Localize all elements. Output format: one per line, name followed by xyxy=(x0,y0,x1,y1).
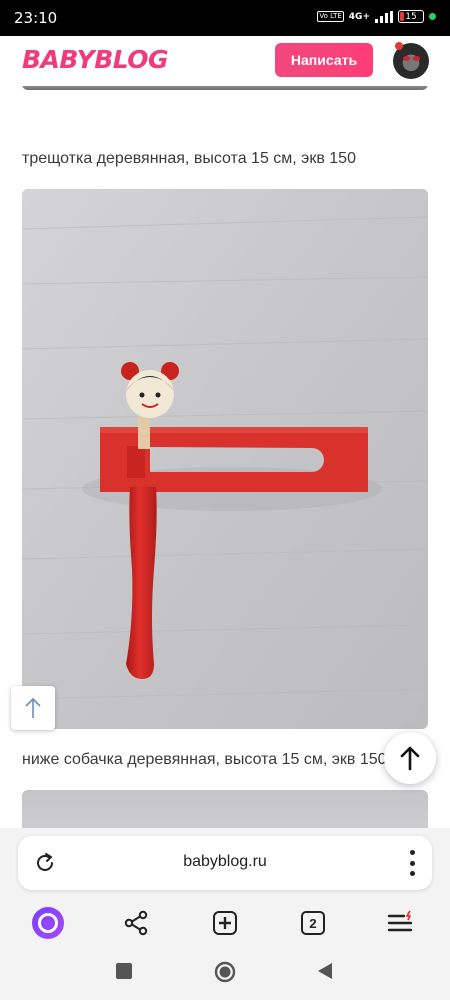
privacy-dot-icon xyxy=(429,13,436,20)
more-menu-icon[interactable] xyxy=(406,850,418,876)
post-photo-dog[interactable] xyxy=(22,790,428,828)
system-nav-bar xyxy=(0,944,450,1000)
post-caption: трещотка деревянная, высота 15 см, экв 1… xyxy=(22,150,356,167)
arrow-up-icon xyxy=(400,746,420,771)
network-type: 4G+ xyxy=(348,11,370,22)
browser-nav-bar: 2 xyxy=(0,900,450,944)
recents-icon[interactable] xyxy=(115,962,133,980)
tabs-button[interactable]: 2 xyxy=(296,906,330,940)
alice-button[interactable] xyxy=(31,906,65,940)
babyblog-logo[interactable]: BABYBLOG xyxy=(22,45,169,74)
rattle-image xyxy=(22,189,428,729)
site-header: BABYBLOG Написать xyxy=(0,36,450,86)
address-bar[interactable]: babyblog.ru xyxy=(18,836,432,890)
write-button[interactable]: Написать xyxy=(275,43,373,77)
battery-level: 15 xyxy=(405,11,417,22)
post-caption: ниже собачка деревянная, высота 15 см, э… xyxy=(22,751,387,768)
alice-icon xyxy=(32,907,64,939)
menu-icon xyxy=(387,910,413,932)
battery-low-icon: 15 xyxy=(398,10,424,23)
browser-toolbar: babyblog.ru xyxy=(0,828,450,900)
status-bar: 23:10 Vo LTE 4G+ 15 xyxy=(0,0,450,36)
notification-badge xyxy=(395,42,403,50)
share-button[interactable] xyxy=(119,906,153,940)
signal-icon xyxy=(375,10,393,23)
menu-button[interactable] xyxy=(384,906,418,940)
tabs-count: 2 xyxy=(301,911,325,935)
web-page[interactable]: BABYBLOG Написать трещотка деревянная, в… xyxy=(0,36,450,828)
status-time: 23:10 xyxy=(14,9,58,27)
arrow-up-icon xyxy=(25,697,41,718)
new-tab-button[interactable] xyxy=(208,906,242,940)
post-photo-rattle[interactable] xyxy=(22,189,428,729)
volte-icon: Vo LTE xyxy=(317,11,344,22)
status-icons: Vo LTE 4G+ 15 xyxy=(317,10,436,23)
scroll-to-top-button[interactable] xyxy=(384,732,436,784)
home-icon[interactable] xyxy=(214,961,236,983)
back-icon[interactable] xyxy=(316,962,334,980)
scroll-up-button[interactable] xyxy=(11,686,55,730)
share-icon xyxy=(124,910,148,936)
url-text[interactable]: babyblog.ru xyxy=(18,853,432,871)
plus-square-icon xyxy=(213,911,237,935)
